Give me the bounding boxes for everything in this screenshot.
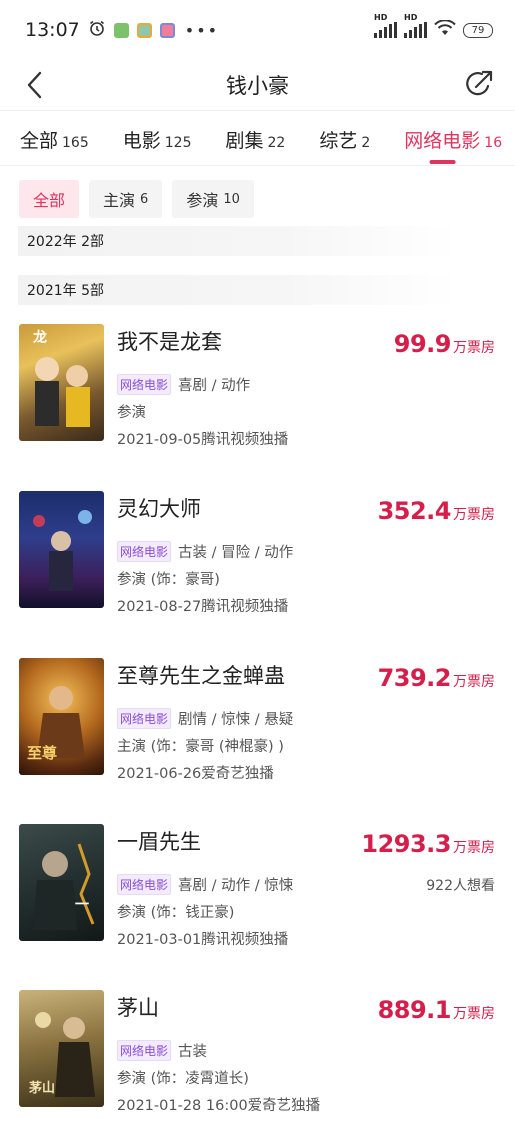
- filter-lead[interactable]: 主演 6: [89, 180, 163, 218]
- chevron-left-icon: [27, 71, 42, 99]
- signal-icon: HD: [374, 13, 397, 38]
- share-button[interactable]: [461, 66, 497, 102]
- year-header-2022: 2022年 2部: [18, 226, 458, 256]
- movie-role: 参演 (饰：豪哥): [117, 572, 220, 588]
- page-title: 钱小豪: [226, 74, 289, 98]
- category-tabs: 全部 165 电影 125 剧集 22 综艺 2 网络电影 16: [0, 110, 515, 166]
- web-movie-tag: 网络电影: [117, 541, 172, 562]
- alarm-icon: [88, 19, 106, 42]
- movie-role: 主演 (饰：豪哥 (神棍豪) ): [117, 739, 284, 755]
- movie-title: 我不是龙套: [117, 330, 222, 354]
- app-notification-icon: [113, 22, 129, 38]
- status-time: 13:07: [25, 19, 80, 41]
- movie-poster: 至尊: [19, 658, 104, 775]
- movie-release: 2021-08-27腾讯视频独播: [117, 599, 289, 615]
- role-filters: 全部 主演 6 参演 10: [0, 166, 515, 218]
- svg-text:至尊: 至尊: [27, 744, 57, 762]
- battery-icon: 79: [463, 22, 493, 38]
- movie-poster: 一: [19, 824, 104, 941]
- box-office: 1293.3 万票房: [361, 830, 495, 858]
- movie-role: 参演 (饰：凌霄道长): [117, 1071, 249, 1087]
- status-bar: 13:07 ••• HD HD 79: [0, 0, 515, 60]
- movie-item[interactable]: 龙 我不是龙套 网络电影 喜剧 / 动作 参演 2021-09-05腾讯视频独播…: [19, 324, 499, 448]
- more-notifications-icon: •••: [184, 20, 220, 40]
- svg-text:龙: 龙: [32, 329, 47, 346]
- svg-text:茅山: 茅山: [29, 1080, 55, 1096]
- signal-icon: HD: [404, 13, 427, 38]
- svg-text:一: 一: [75, 897, 89, 913]
- tab-series[interactable]: 剧集 22: [226, 111, 286, 165]
- movie-item[interactable]: 一 一眉先生 网络电影 喜剧 / 动作 / 惊悚 参演 (饰：钱正豪) 2021…: [19, 824, 499, 948]
- box-office: 352.4 万票房: [377, 497, 495, 525]
- movie-role: 参演 (饰：钱正豪): [117, 905, 235, 921]
- nav-bar: 钱小豪: [0, 60, 515, 110]
- movie-title: 一眉先生: [117, 830, 201, 854]
- filter-supporting[interactable]: 参演 10: [172, 180, 254, 218]
- box-office: 99.9 万票房: [393, 330, 495, 358]
- movie-item[interactable]: 灵幻大师 网络电影 古装 / 冒险 / 动作 参演 (饰：豪哥) 2021-08…: [19, 491, 499, 615]
- movie-genres: 喜剧 / 动作: [178, 378, 251, 394]
- want-to-watch-count: 922人想看: [426, 878, 495, 894]
- movie-item[interactable]: 茅山 茅山 网络电影 古装 参演 (饰：凌霄道长) 2021-01-28 16:…: [19, 990, 499, 1114]
- tab-variety[interactable]: 综艺 2: [319, 111, 370, 165]
- movie-title: 灵幻大师: [117, 497, 201, 521]
- tab-all[interactable]: 全部 165: [20, 111, 89, 165]
- movie-release: 2021-09-05腾讯视频独播: [117, 432, 289, 448]
- filter-all[interactable]: 全部: [19, 180, 80, 218]
- movie-release: 2021-06-26爱奇艺独播: [117, 766, 274, 782]
- wifi-icon: [434, 18, 456, 41]
- tab-web-movies[interactable]: 网络电影 16: [404, 111, 502, 165]
- movie-genres: 剧情 / 惊悚 / 悬疑: [178, 712, 294, 728]
- movie-item[interactable]: 至尊 至尊先生之金蝉蛊 网络电影 剧情 / 惊悚 / 悬疑 主演 (饰：豪哥 (…: [19, 658, 499, 782]
- movie-genres: 喜剧 / 动作 / 惊悚: [178, 878, 294, 894]
- web-movie-tag: 网络电影: [117, 374, 172, 395]
- movie-genres: 古装 / 冒险 / 动作: [178, 545, 294, 561]
- movie-release: 2021-03-01腾讯视频独播: [117, 932, 289, 948]
- movie-role: 参演: [117, 405, 146, 421]
- movie-genres: 古装: [178, 1044, 208, 1060]
- movie-poster: 茅山: [19, 990, 104, 1107]
- share-icon: [466, 70, 493, 96]
- tab-movies[interactable]: 电影 125: [123, 111, 192, 165]
- movie-title: 至尊先生之金蝉蛊: [117, 664, 285, 688]
- box-office: 739.2 万票房: [377, 664, 495, 692]
- back-button[interactable]: [16, 67, 52, 103]
- movie-release: 2021-01-28 16:00爱奇艺独播: [117, 1098, 321, 1114]
- movie-poster: 龙: [19, 324, 104, 441]
- movie-poster: [19, 491, 104, 608]
- web-movie-tag: 网络电影: [117, 1040, 172, 1061]
- app-notification-icon: [159, 22, 175, 38]
- web-movie-tag: 网络电影: [117, 708, 172, 729]
- app-notification-icon: [136, 22, 152, 38]
- year-header-2021: 2021年 5部: [18, 275, 458, 305]
- box-office: 889.1 万票房: [377, 996, 495, 1024]
- web-movie-tag: 网络电影: [117, 874, 172, 895]
- movie-title: 茅山: [117, 996, 159, 1020]
